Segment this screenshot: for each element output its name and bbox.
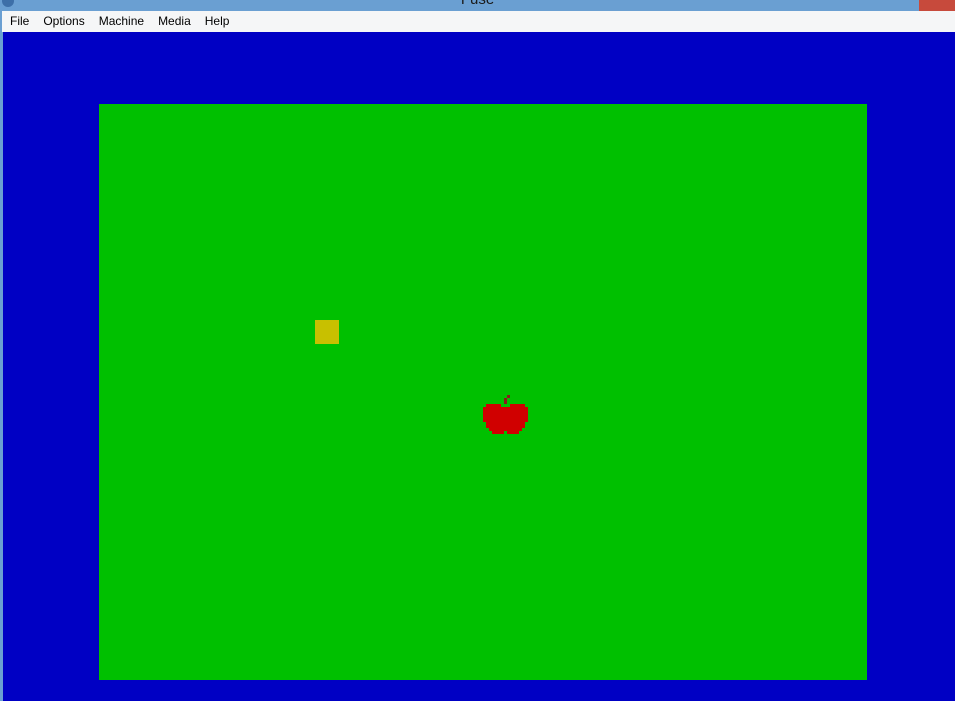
- emulator-window: Fuse File Options Machine Media Help: [0, 0, 955, 701]
- menu-machine[interactable]: Machine: [92, 11, 151, 32]
- snake-segment: [315, 320, 339, 344]
- menu-help[interactable]: Help: [198, 11, 237, 32]
- menu-options[interactable]: Options: [36, 11, 91, 32]
- menu-file[interactable]: File: [2, 11, 36, 32]
- apple-icon: [483, 395, 528, 434]
- window-title: Fuse: [0, 0, 955, 9]
- menu-media[interactable]: Media: [151, 11, 198, 32]
- emulator-screen[interactable]: [3, 32, 955, 701]
- title-bar[interactable]: Fuse: [0, 0, 955, 11]
- close-button[interactable]: [919, 0, 955, 11]
- menu-bar: File Options Machine Media Help: [2, 11, 955, 32]
- game-playfield: [99, 104, 867, 680]
